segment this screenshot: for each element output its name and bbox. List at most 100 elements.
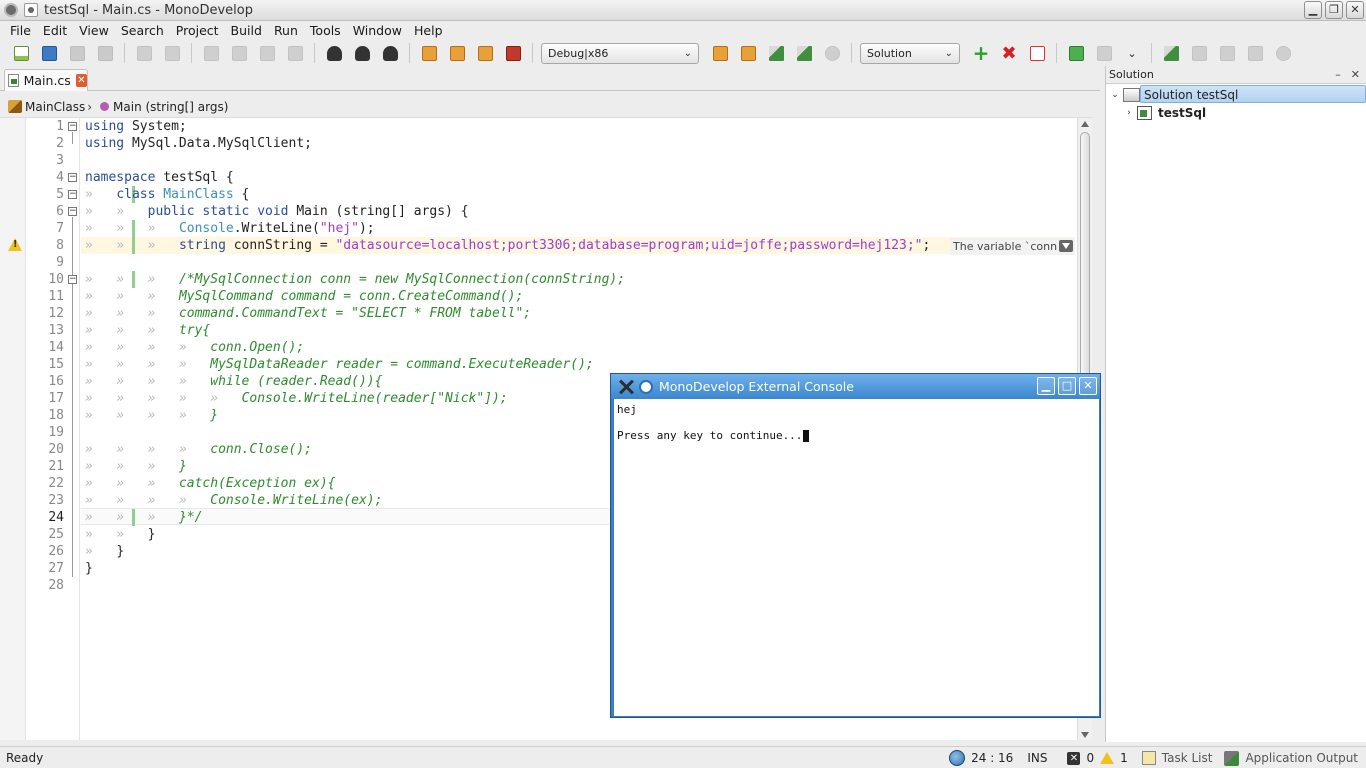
fold-toggle-icon[interactable]: − <box>68 122 77 131</box>
step-over-button[interactable] <box>1188 42 1210 64</box>
menu-tools[interactable]: Tools <box>304 23 347 38</box>
run-button[interactable] <box>765 42 787 64</box>
redo-button[interactable] <box>161 42 183 64</box>
breadcrumb-method[interactable]: Main (string[] args) <box>113 100 228 114</box>
code-line: » » » string connString = "datasource=lo… <box>85 238 931 253</box>
scroll-down-icon[interactable] <box>1081 732 1089 738</box>
pin-icon[interactable] <box>639 379 653 394</box>
fold-toggle-icon[interactable]: − <box>68 275 77 284</box>
cut-button[interactable] <box>200 42 222 64</box>
expand-icon <box>1029 45 1045 61</box>
bookmark-toggle-button[interactable] <box>418 42 440 64</box>
pause-button[interactable] <box>1272 42 1294 64</box>
tab-main-cs[interactable]: Main.cs ✕ <box>4 69 88 91</box>
plus-icon: + <box>972 40 990 65</box>
delete-button[interactable] <box>284 42 306 64</box>
maximize-button[interactable]: ❐ <box>1325 1 1343 19</box>
menu-help[interactable]: Help <box>408 23 449 38</box>
icon-margin[interactable] <box>0 118 26 740</box>
package-button[interactable] <box>1093 42 1115 64</box>
error-icon[interactable]: ✕ <box>1067 751 1081 765</box>
fold-toggle-icon[interactable]: − <box>68 207 77 216</box>
close-pad-icon[interactable]: ✕ <box>1351 68 1360 81</box>
toolbar-separator <box>851 43 852 63</box>
console-minimize-button[interactable]: ▁ <box>1037 377 1055 395</box>
tree-item-project[interactable]: › testSql <box>1124 104 1364 122</box>
expand-button[interactable] <box>1026 42 1048 64</box>
collapse-arrow-icon[interactable]: ⌄ <box>1110 90 1120 100</box>
csharp-file-icon <box>8 74 19 87</box>
step-out-button[interactable] <box>1244 42 1266 64</box>
warning-count[interactable]: 1 <box>1120 751 1128 765</box>
menu-window[interactable]: Window <box>347 23 408 38</box>
rebuild-icon <box>740 45 756 61</box>
warning-icon[interactable] <box>1100 752 1115 764</box>
paste-button[interactable] <box>256 42 278 64</box>
tree-item-solution[interactable]: ⌄ Solution testSql <box>1110 85 1366 104</box>
debug-button[interactable] <box>793 42 815 64</box>
step-run-button[interactable] <box>1160 42 1182 64</box>
find-button[interactable] <box>323 42 345 64</box>
configuration-select[interactable]: Debug|x86 ⌄ <box>541 42 699 64</box>
console-title-bar[interactable]: MonoDevelop External Console ▁ □ ✕ <box>611 374 1100 399</box>
open-file-button[interactable] <box>38 42 60 64</box>
more-dropdown-button[interactable]: ⌄ <box>1121 42 1143 64</box>
app-icon[interactable] <box>4 3 18 17</box>
save-button[interactable] <box>66 42 88 64</box>
menu-build[interactable]: Build <box>225 23 268 38</box>
add-button[interactable]: + <box>970 42 992 64</box>
line-number: 11 <box>48 289 64 304</box>
application-output-button[interactable]: Application Output <box>1245 751 1358 765</box>
expand-arrow-icon[interactable]: › <box>1124 108 1134 118</box>
scope-select[interactable]: Solution ⌄ <box>860 42 960 64</box>
task-list-button[interactable]: Task List <box>1162 751 1213 765</box>
console-maximize-button[interactable]: □ <box>1058 377 1076 395</box>
breadcrumb-class[interactable]: MainClass <box>25 100 85 114</box>
menu-file[interactable]: File <box>4 23 37 38</box>
bookmark-icon <box>421 45 437 61</box>
expand-warning-icon[interactable] <box>1059 240 1073 252</box>
minimize-pad-icon[interactable]: – <box>1335 68 1341 81</box>
code-line: » » } <box>85 527 156 542</box>
bookmark-next-icon <box>477 45 493 61</box>
pin-icon[interactable] <box>24 3 38 17</box>
menu-edit[interactable]: Edit <box>37 23 73 38</box>
menu-view[interactable]: View <box>73 23 115 38</box>
menu-project[interactable]: Project <box>170 23 225 38</box>
stop-button[interactable] <box>821 42 843 64</box>
undo-button[interactable] <box>133 42 155 64</box>
warning-icon[interactable] <box>8 238 22 251</box>
line-number: 13 <box>48 323 64 338</box>
task-list-icon[interactable] <box>1141 751 1156 765</box>
rebuild-button[interactable] <box>737 42 759 64</box>
console-close-button[interactable]: ✕ <box>1079 377 1097 395</box>
deploy-button[interactable] <box>1065 42 1087 64</box>
remove-button[interactable]: ✖ <box>998 42 1020 64</box>
fold-toggle-icon[interactable]: − <box>68 190 77 199</box>
find-in-files-button[interactable] <box>351 42 373 64</box>
save-all-button[interactable] <box>94 42 116 64</box>
application-output-icon[interactable] <box>1224 750 1240 766</box>
console-output[interactable]: hej Press any key to continue... <box>614 399 1099 716</box>
step-into-button[interactable] <box>1216 42 1238 64</box>
external-console-window[interactable]: MonoDevelop External Console ▁ □ ✕ hej P… <box>610 373 1101 718</box>
error-count[interactable]: 0 <box>1086 751 1094 765</box>
bookmark-next-button[interactable] <box>474 42 496 64</box>
build-button[interactable] <box>709 42 731 64</box>
bookmark-clear-button[interactable] <box>502 42 524 64</box>
scroll-up-icon[interactable] <box>1081 121 1089 127</box>
minimize-button[interactable]: ▁ <box>1304 1 1322 19</box>
menu-search[interactable]: Search <box>115 23 170 38</box>
close-tab-icon[interactable]: ✕ <box>75 74 87 87</box>
menu-run[interactable]: Run <box>268 23 304 38</box>
title-bar: testSql - Main.cs - MonoDevelop ▁ ❐ ✕ <box>0 0 1366 21</box>
window-title: testSql - Main.cs - MonoDevelop <box>44 2 253 18</box>
copy-button[interactable] <box>228 42 250 64</box>
fold-toggle-icon[interactable]: − <box>68 173 77 182</box>
close-button[interactable]: ✕ <box>1346 1 1364 19</box>
replace-button[interactable] <box>379 42 401 64</box>
warning-bubble[interactable]: The variable `conn <box>950 238 1075 255</box>
bookmark-prev-button[interactable] <box>446 42 468 64</box>
new-file-button[interactable] <box>10 42 32 64</box>
solution-label: Solution testSql <box>1144 88 1239 102</box>
